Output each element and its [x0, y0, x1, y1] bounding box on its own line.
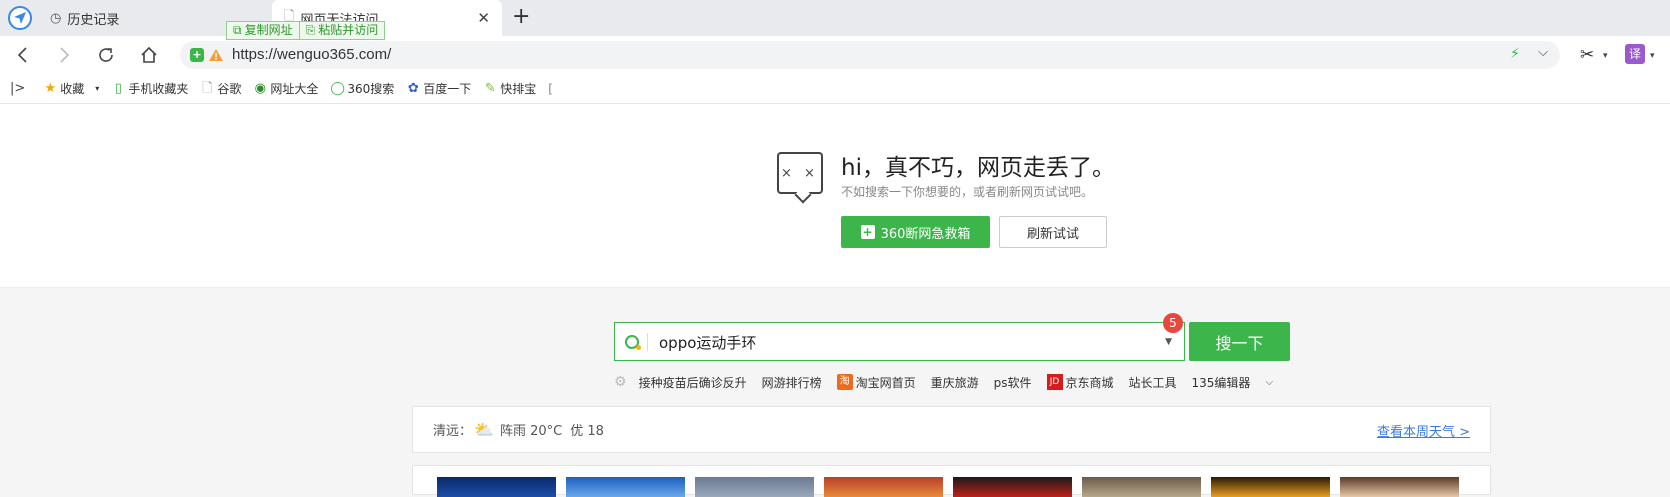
warning-icon[interactable] — [208, 48, 224, 62]
refresh-button[interactable]: 刷新试试 — [999, 216, 1107, 248]
gallery-thumbnail[interactable] — [1340, 477, 1459, 497]
paste-icon: ⎘ — [305, 23, 316, 37]
chevron-down-icon[interactable]: ▼ — [1165, 337, 1172, 347]
hot-links: ⚙ 接种疫苗后确诊反升 网游排行榜 淘淘宝网首页 重庆旅游 ps软件 JD 京东商… — [614, 373, 1273, 391]
bookmark-item[interactable]: ◯ 360搜索 — [330, 80, 394, 97]
search-logo-icon — [625, 335, 641, 350]
search-button[interactable]: 搜一下 — [1189, 322, 1290, 361]
lightning-icon[interactable]: ⚡ — [1510, 46, 1520, 62]
error-panel — [0, 104, 1670, 288]
paste-visit-button[interactable]: ⎘ 粘贴并访问 — [298, 22, 385, 39]
search-input[interactable] — [659, 331, 1139, 353]
hot-link[interactable]: JD 京东商城 — [1046, 374, 1114, 391]
chevron-down-icon[interactable]: ▾ — [1650, 51, 1655, 61]
new-tab-button[interactable]: + — [512, 4, 530, 30]
chevron-down-icon[interactable]: ▾ — [1603, 51, 1608, 61]
search360-icon: ◯ — [330, 80, 345, 96]
back-button[interactable] — [11, 43, 35, 67]
hot-link[interactable]: 淘淘宝网首页 — [836, 374, 916, 391]
hot-link[interactable]: 网游排行榜 — [762, 374, 822, 391]
baidu-paw-icon: ✿ — [407, 80, 419, 96]
jd-icon: JD — [1046, 374, 1063, 390]
globe-icon: ◉ — [254, 80, 267, 96]
news-gallery — [412, 465, 1491, 497]
sad-face-icon: × × — [777, 152, 823, 194]
hot-link[interactable]: 135编辑器 — [1192, 374, 1251, 391]
search-box[interactable]: ▼ — [614, 322, 1185, 361]
gear-icon[interactable]: ⚙ — [614, 374, 627, 390]
bookmark-item[interactable]: ★ 收藏 ▾ — [43, 80, 99, 97]
scissors-icon[interactable]: ✂ — [1580, 45, 1594, 65]
bookmark-item[interactable]: ◉ 网址大全 — [253, 80, 319, 97]
hot-link[interactable]: 接种疫苗后确诊反升 — [639, 374, 747, 391]
browser-logo-icon[interactable] — [8, 6, 32, 30]
tab-history-label: 历史记录 — [67, 12, 120, 28]
star-icon: ★ — [44, 80, 57, 96]
weather-condition: 阵雨 20°C — [499, 424, 563, 439]
copy-url-popup: ⧉ 复制网址 ⎘ 粘贴并访问 — [226, 21, 386, 40]
navigation-bar: + https://wenguo365.com/ ⚡ ⌵ ✂ ▾ 译 ▾ — [0, 36, 1670, 74]
weather-bar: 清远： ⛅ 阵雨 20°C 优 18 查看本周天气 > — [412, 406, 1491, 453]
copy-url-button[interactable]: ⧉ 复制网址 — [227, 22, 299, 39]
bookmark-item[interactable]: 🗋 谷歌 — [200, 80, 241, 97]
gallery-thumbnail[interactable] — [566, 477, 685, 497]
gallery-thumbnail[interactable] — [1211, 477, 1330, 497]
bookmark-item[interactable]: ▯ 手机收藏夹 — [111, 80, 189, 97]
error-title: hi，真不巧，网页走丢了。 — [841, 155, 1115, 181]
error-subtitle: 不如搜索一下你想要的，或者刷新网页试试吧。 — [841, 185, 1094, 199]
phone-icon: ▯ — [114, 80, 122, 96]
taobao-icon: 淘 — [836, 374, 853, 390]
air-quality: 优 18 — [570, 424, 604, 439]
home-button[interactable] — [137, 43, 161, 67]
sidebar-toggle-icon[interactable]: |> — [10, 81, 25, 96]
bookmarks-bar: |> ★ 收藏 ▾ ▯ 手机收藏夹 🗋 谷歌 ◉ 网址大全 ◯ 360搜索 ✿ 百度一下 ✎ 快… — [0, 74, 1670, 104]
weekly-weather-link[interactable]: 查看本周天气 > — [1377, 421, 1470, 440]
weather-cloud-sun-icon: ⛅ — [474, 420, 494, 439]
weather-city: 清远： — [433, 424, 473, 439]
page-icon: 🗋 — [202, 80, 213, 96]
bookmark-item[interactable]: ✿ 百度一下 — [406, 80, 471, 97]
gallery-thumbnail[interactable] — [695, 477, 814, 497]
rescue-button[interactable]: + 360断网急救箱 — [841, 216, 990, 248]
url-text[interactable]: https://wenguo365.com/ — [232, 46, 391, 63]
gallery-thumbnail[interactable] — [437, 477, 556, 497]
secure-shield-icon[interactable]: + — [190, 48, 204, 62]
copy-icon: ⧉ — [233, 23, 242, 37]
translate-icon[interactable]: 译 — [1625, 44, 1645, 64]
reload-button[interactable] — [94, 43, 118, 67]
hot-link[interactable]: 站长工具 — [1129, 374, 1177, 391]
chevron-down-icon[interactable]: ⌵ — [1265, 377, 1273, 388]
divider — [647, 333, 648, 351]
forward-button[interactable] — [52, 43, 76, 67]
bookmark-item[interactable]: [ — [548, 82, 553, 96]
gallery-thumbnail[interactable] — [824, 477, 943, 497]
first-aid-icon: + — [860, 225, 875, 239]
clock-icon: ◷ — [50, 10, 62, 26]
hot-link[interactable]: 重庆旅游 — [931, 374, 979, 391]
chevron-down-icon[interactable]: ⌵ — [1538, 45, 1548, 60]
bookmark-item[interactable]: ✎ 快排宝 — [483, 80, 536, 97]
gallery-thumbnail[interactable] — [953, 477, 1072, 497]
leaf-icon: ✎ — [484, 80, 496, 96]
close-icon[interactable]: ✕ — [477, 9, 490, 27]
suggestion-count-badge: 5 — [1163, 313, 1183, 333]
hot-link[interactable]: ps软件 — [994, 374, 1032, 391]
gallery-thumbnail[interactable] — [1082, 477, 1201, 497]
address-bar[interactable]: + https://wenguo365.com/ ⚡ ⌵ — [180, 41, 1560, 69]
chevron-down-icon[interactable]: ▾ — [95, 84, 99, 93]
